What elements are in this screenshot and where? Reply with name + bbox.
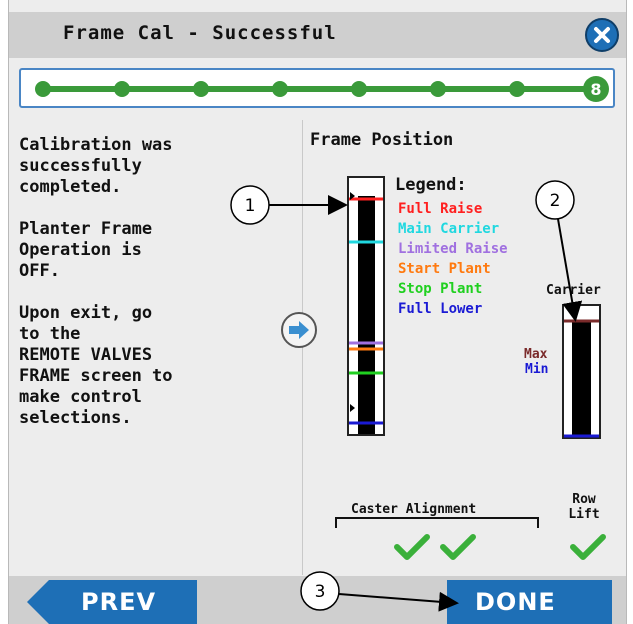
callout-2-arrow bbox=[557, 218, 583, 322]
callout-1-number: 1 bbox=[245, 196, 256, 216]
callout-overlay: 1 2 3 bbox=[230, 180, 583, 612]
callout-3-number: 3 bbox=[315, 582, 326, 602]
callout-3-arrow bbox=[338, 591, 459, 612]
callout-2-number: 2 bbox=[550, 191, 561, 211]
